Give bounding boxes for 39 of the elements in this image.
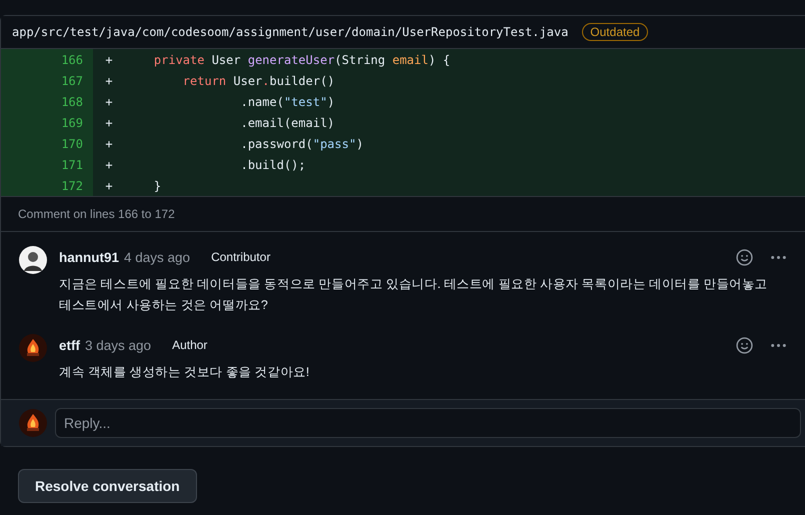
smiley-icon[interactable] xyxy=(736,336,753,354)
outdated-label: Outdated xyxy=(582,23,648,41)
comment-time[interactable]: 3 days ago xyxy=(85,338,152,352)
role-label: Contributor xyxy=(210,249,272,265)
role-label: Author xyxy=(171,337,208,353)
code-line: } xyxy=(152,178,162,192)
code-line: private User generateUser(String email) { xyxy=(152,52,450,66)
resolve-conversation-button[interactable]: Resolve conversation xyxy=(18,469,197,503)
code-line: .password("pass") xyxy=(240,136,364,150)
person-avatar-icon xyxy=(19,246,47,274)
diff-sign: + xyxy=(104,74,114,88)
code-line: .name("test") xyxy=(240,94,335,108)
diff-sign: + xyxy=(104,94,114,108)
line-number: 168 xyxy=(1,91,93,112)
comment-text: 지금은 테스트에 필요한 데이터들을 동적으로 만들어주고 있습니다. 테스트에 필요한 사용자 목록이라는 데이터를 만들어놓고 테스트에서 사용하는 것은 어떨까요? xyxy=(59,276,768,314)
diff-sign: + xyxy=(104,116,114,130)
comment-text: 계속 객체를 생성하는 것보다 좋을 것같아요! xyxy=(59,364,310,381)
comment-time[interactable]: 4 days ago xyxy=(124,250,190,264)
fire-avatar-icon xyxy=(19,409,47,437)
diff-sign: + xyxy=(104,52,114,66)
comment-range-caption: Comment on lines 166 to 172 xyxy=(1,196,805,232)
line-number: 172 xyxy=(1,175,93,196)
smiley-icon[interactable] xyxy=(736,248,753,266)
line-number: 167 xyxy=(1,70,93,91)
code-line: .build(); xyxy=(240,158,306,172)
comment-author[interactable]: etff xyxy=(59,338,80,352)
file-path[interactable]: app/src/test/java/com/codesoom/assignment/user/domain/UserRepositoryTest.java xyxy=(12,25,568,39)
line-number: 166 xyxy=(1,49,93,70)
code-line: return User.builder() xyxy=(182,74,335,88)
code-line: .email(email) xyxy=(240,116,335,130)
line-number: 171 xyxy=(1,154,93,175)
comment-author[interactable]: hannut91 xyxy=(59,250,120,264)
reply-field[interactable]: Reply... xyxy=(55,408,801,438)
fire-avatar-icon xyxy=(19,334,47,362)
line-number: 170 xyxy=(1,133,93,154)
diff-sign: + xyxy=(104,136,114,150)
line-number: 169 xyxy=(1,112,93,133)
diff-sign: + xyxy=(104,178,114,192)
diff-sign: + xyxy=(104,158,114,172)
